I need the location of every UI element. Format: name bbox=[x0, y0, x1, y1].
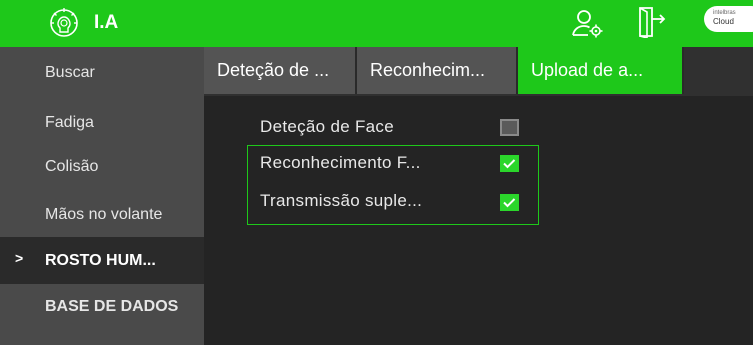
checkbox-reconhecimento[interactable] bbox=[500, 155, 519, 172]
cloud-badge-label: Cloud bbox=[713, 17, 734, 26]
option-label-reconhecimento: Reconhecimento F... bbox=[260, 153, 421, 172]
sidebar-item-label: BASE DE DADOS bbox=[45, 298, 179, 315]
user-settings-icon[interactable] bbox=[571, 8, 605, 40]
screen: I.A intelbras Cloud Buscar Fadiga Colisã… bbox=[0, 0, 753, 345]
tab-label: Reconhecim... bbox=[370, 60, 486, 80]
option-label-transmissao: Transmissão suple... bbox=[260, 191, 423, 210]
option-label-detecao-de-face: Deteção de Face bbox=[260, 117, 394, 136]
checkbox-transmissao[interactable] bbox=[500, 194, 519, 211]
checkbox-detecao-de-face[interactable] bbox=[500, 119, 519, 136]
cloud-badge[interactable]: intelbras Cloud bbox=[704, 6, 753, 32]
tab-upload[interactable]: Upload de a... bbox=[518, 47, 684, 94]
sidebar-item-colisao[interactable]: Colisão bbox=[0, 144, 204, 190]
sidebar-item-label: Buscar bbox=[45, 64, 95, 81]
sidebar-item-label: Mãos no volante bbox=[45, 206, 163, 223]
tab-detecao-de-face[interactable]: Deteção de ... bbox=[204, 47, 357, 94]
sidebar-item-label: Fadiga bbox=[45, 114, 94, 131]
cloud-badge-brand: intelbras bbox=[713, 10, 736, 16]
settings-panel: Deteção de Face Reconhecimento F... Tran… bbox=[204, 96, 753, 345]
sidebar-item-buscar[interactable]: Buscar bbox=[0, 50, 204, 96]
sidebar-item-fadiga[interactable]: Fadiga bbox=[0, 100, 204, 146]
top-bar: I.A intelbras Cloud bbox=[0, 0, 753, 47]
chevron-right-icon: > bbox=[15, 250, 24, 266]
brain-ia-icon bbox=[50, 8, 78, 37]
exit-door-icon[interactable] bbox=[637, 6, 667, 38]
tab-bar: Deteção de ... Reconhecim... Upload de a… bbox=[204, 47, 753, 96]
sidebar-item-label: ROSTO HUM... bbox=[45, 251, 156, 269]
sidebar-item-base-de-dados[interactable]: BASE DE DADOS bbox=[0, 284, 204, 330]
sidebar-item-label: Colisão bbox=[45, 158, 99, 175]
sidebar-item-maos-no-volante[interactable]: Mãos no volante bbox=[0, 192, 204, 238]
checkmark-icon bbox=[503, 159, 516, 169]
tab-reconhecimento[interactable]: Reconhecim... bbox=[357, 47, 518, 94]
sidebar-item-rosto-humano[interactable]: > ROSTO HUM... bbox=[0, 237, 204, 284]
sidebar: Buscar Fadiga Colisão Mãos no volante > … bbox=[0, 47, 204, 345]
app-title: I.A bbox=[94, 12, 119, 33]
tab-label: Deteção de ... bbox=[217, 60, 330, 80]
tab-label: Upload de a... bbox=[531, 60, 644, 80]
checkmark-icon bbox=[503, 198, 516, 208]
